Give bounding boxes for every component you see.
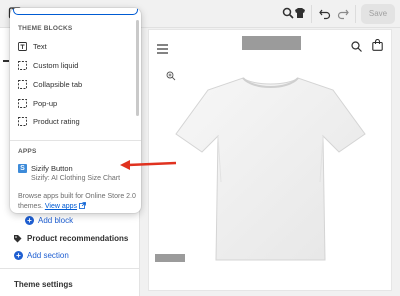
- hamburger-menu-icon[interactable]: [157, 41, 168, 54]
- redo-icon[interactable]: [336, 6, 350, 20]
- sidebar-divider: [0, 268, 140, 269]
- block-option-label: Custom liquid: [33, 61, 79, 70]
- theme-settings-link[interactable]: Theme settings: [14, 280, 73, 289]
- cart-icon[interactable]: [372, 38, 383, 51]
- undo-icon[interactable]: [318, 6, 332, 20]
- section-label: Product recommendations: [27, 234, 129, 243]
- plus-circle-icon: +: [25, 216, 34, 225]
- app-description: Sizify: AI Clothing Size Chart: [31, 175, 121, 182]
- app-option-sizify-button[interactable]: Sizify Button: [31, 164, 73, 173]
- add-block-popover: THEME BLOCKS Text Custom liquid Collapsi…: [10, 8, 141, 213]
- browse-apps-text: Browse apps built for Online Store 2.0 t…: [18, 192, 138, 212]
- toolbar-divider: [311, 5, 312, 23]
- block-option-label: Text: [33, 42, 47, 51]
- add-section-button[interactable]: + Add section: [14, 251, 69, 260]
- view-apps-label: View apps: [44, 203, 78, 210]
- popover-scrollbar[interactable]: [136, 20, 139, 116]
- dashed-square-icon: [18, 80, 27, 89]
- view-apps-link[interactable]: View apps: [45, 203, 77, 210]
- save-button[interactable]: Save: [361, 4, 395, 24]
- block-option-product-rating[interactable]: Product rating: [18, 117, 80, 126]
- dashed-square-icon: [18, 117, 27, 126]
- block-option-text[interactable]: Text: [18, 42, 47, 51]
- dashed-square-icon: [18, 61, 27, 70]
- block-option-label: Pop-up: [33, 99, 58, 108]
- apps-heading: APPS: [18, 148, 37, 155]
- store-preview: [148, 29, 392, 291]
- store-logo-placeholder[interactable]: [242, 36, 301, 50]
- block-option-custom-liquid[interactable]: Custom liquid: [18, 61, 78, 70]
- block-option-collapsible-tab[interactable]: Collapsible tab: [18, 80, 82, 89]
- add-block-button[interactable]: + Add block: [25, 216, 73, 225]
- browse-apps-message: Browse apps built for Online Store 2.0 t…: [18, 193, 136, 210]
- sidebar-collapse-mark: [3, 60, 9, 62]
- popover-search: [10, 8, 141, 16]
- annotation-arrow: [120, 160, 177, 170]
- tag-icon: [14, 235, 22, 243]
- search-input[interactable]: [13, 8, 138, 15]
- text-icon: [18, 42, 27, 51]
- plus-circle-icon: +: [14, 251, 23, 260]
- dashed-square-icon: [18, 99, 27, 108]
- search-icon[interactable]: [351, 39, 362, 52]
- block-option-label: Collapsible tab: [33, 80, 83, 89]
- block-option-pop-up[interactable]: Pop-up: [18, 99, 57, 108]
- image-slider-indicator[interactable]: [155, 254, 185, 262]
- popover-divider: [10, 140, 141, 141]
- theme-blocks-heading: THEME BLOCKS: [18, 25, 73, 32]
- add-block-label: Add block: [38, 216, 74, 225]
- add-section-label: Add section: [27, 251, 69, 260]
- sizify-logo-icon: S: [18, 164, 27, 173]
- tshirt-icon[interactable]: [293, 6, 307, 20]
- toolbar-divider: [355, 5, 356, 23]
- block-option-label: Product rating: [33, 117, 80, 126]
- section-product-recommendations[interactable]: Product recommendations: [13, 234, 128, 243]
- external-link-icon[interactable]: [79, 202, 86, 209]
- tshirt-product-image[interactable]: [173, 72, 368, 266]
